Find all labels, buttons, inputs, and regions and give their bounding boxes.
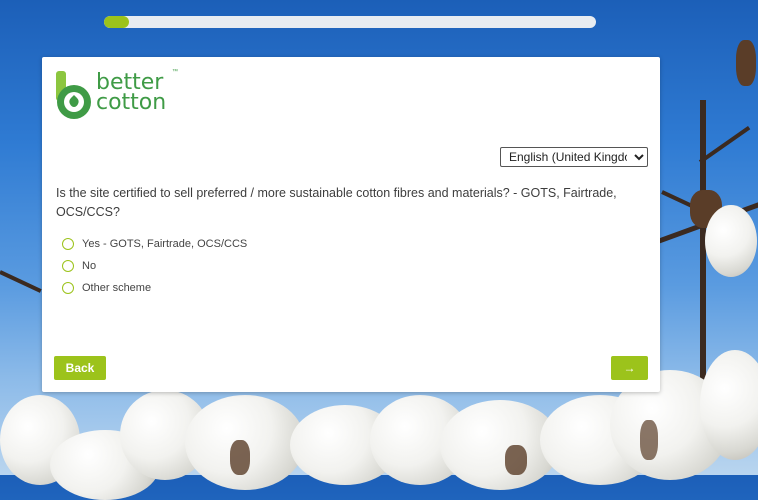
option-label: Yes - GOTS, Fairtrade, OCS/CCS	[82, 238, 248, 250]
option-label: No	[82, 260, 97, 272]
better-cotton-icon	[56, 71, 91, 119]
radio-icon[interactable]	[62, 260, 74, 272]
option-no[interactable]: No	[62, 255, 247, 277]
progress-bar	[104, 16, 596, 28]
radio-icon[interactable]	[62, 282, 74, 294]
progress-fill	[104, 16, 129, 28]
answer-options: Yes - GOTS, Fairtrade, OCS/CCS No Other …	[62, 233, 247, 299]
question-text: Is the site certified to sell preferred …	[56, 186, 617, 219]
option-yes[interactable]: Yes - GOTS, Fairtrade, OCS/CCS	[62, 233, 247, 255]
back-button[interactable]: Back	[54, 356, 106, 380]
brand-line2: cotton	[96, 90, 167, 115]
brand-logo: better cotton ™	[54, 69, 194, 125]
next-button[interactable]: →	[611, 356, 648, 380]
radio-icon[interactable]	[62, 238, 74, 250]
survey-card: better cotton ™ English (United Kingdom)…	[42, 57, 660, 392]
brand-wordmark: better cotton	[96, 72, 167, 115]
option-other-scheme[interactable]: Other scheme	[62, 277, 247, 299]
language-select[interactable]: English (United Kingdom)	[500, 147, 648, 167]
brand-trademark: ™	[172, 69, 178, 75]
option-label: Other scheme	[82, 282, 152, 294]
